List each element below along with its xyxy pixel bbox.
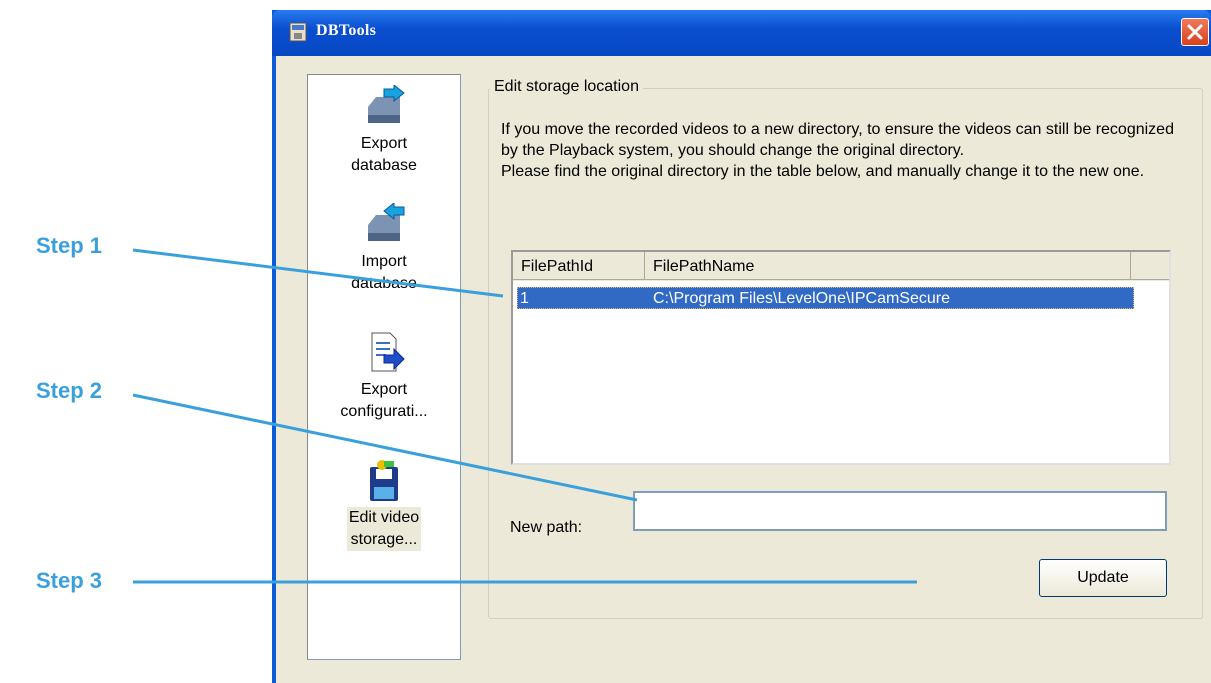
export-configuration-tool[interactable]: Export configurati... xyxy=(308,331,460,423)
table-header: FilePathId FilePathName xyxy=(513,252,1169,281)
file-path-table[interactable]: FilePathId FilePathName 1 C:\Program Fil… xyxy=(511,250,1171,465)
export-database-icon xyxy=(368,85,405,123)
title-bar[interactable]: DBTools xyxy=(272,10,1211,56)
edit-video-storage-icon xyxy=(370,460,398,501)
column-header-filler xyxy=(1131,252,1169,280)
instructions-text: If you move the recorded videos to a new… xyxy=(501,119,1191,182)
export-database-tool[interactable]: Export database xyxy=(308,85,460,177)
instructions-paragraph: If you move the recorded videos to a new… xyxy=(501,121,1174,159)
dbtools-window: DBTools Export database Import database … xyxy=(272,10,1211,683)
table-row[interactable]: 1 C:\Program Files\LevelOne\IPCamSecure xyxy=(517,287,1134,309)
new-path-label: New path: xyxy=(510,519,583,536)
column-header-filepathname[interactable]: FilePathName xyxy=(645,252,1131,280)
close-button[interactable] xyxy=(1181,18,1209,46)
import-database-icon xyxy=(368,203,405,241)
app-icon xyxy=(289,22,307,42)
cell-filepathname: C:\Program Files\LevelOne\IPCamSecure xyxy=(653,290,950,307)
export-configuration-icon xyxy=(371,332,405,372)
import-database-tool[interactable]: Import database xyxy=(308,203,460,295)
update-button[interactable]: Update xyxy=(1039,559,1167,597)
import-database-label: Import database xyxy=(351,253,417,292)
window-client-area: Export database Import database Export c… xyxy=(276,56,1211,683)
edit-video-storage-tool[interactable]: Edit video storage... xyxy=(308,459,460,551)
tool-panel: Export database Import database Export c… xyxy=(307,74,461,660)
step-1-label: Step 1 xyxy=(36,233,103,258)
step-3-label: Step 3 xyxy=(36,568,103,593)
export-configuration-label: Export configurati... xyxy=(340,381,428,420)
window-title: DBTools xyxy=(316,22,377,39)
instructions-paragraph: Please find the original directory in th… xyxy=(501,163,1145,180)
new-path-input[interactable] xyxy=(633,491,1167,531)
edit-video-storage-label: Edit video storage... xyxy=(346,507,422,551)
groupbox-title: Edit storage location xyxy=(490,78,643,96)
close-icon xyxy=(1187,24,1203,40)
cell-filepathid: 1 xyxy=(520,290,529,307)
step-2-label: Step 2 xyxy=(36,378,103,403)
export-database-label: Export database xyxy=(351,135,417,174)
column-header-filepathid[interactable]: FilePathId xyxy=(513,252,645,280)
